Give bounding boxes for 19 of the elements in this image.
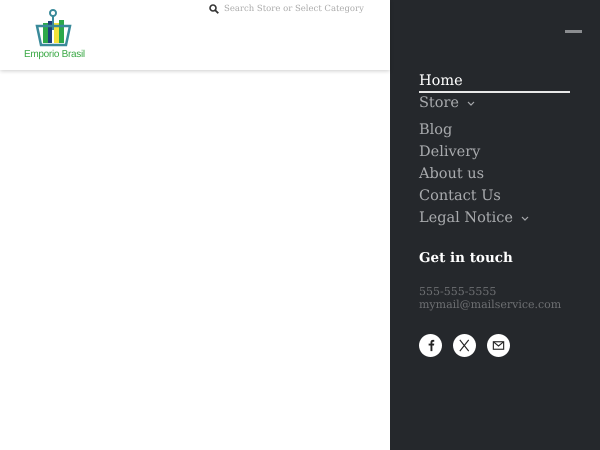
menu-dropdown[interactable]: Legal Notice xyxy=(419,209,529,228)
menu-link[interactable]: About us xyxy=(419,165,484,184)
search-icon[interactable] xyxy=(209,4,219,14)
basket-logo-icon xyxy=(34,8,74,48)
facebook-button[interactable] xyxy=(419,334,442,358)
x-button[interactable] xyxy=(453,334,476,358)
menu-link[interactable]: Home xyxy=(419,72,570,93)
x-logo-icon xyxy=(457,338,472,354)
email-address: mymail@mailservice.com xyxy=(419,298,562,312)
phone-number: 555-555-5555 xyxy=(419,285,498,298)
contact-heading: Get in touch xyxy=(419,249,514,268)
menu-link[interactable]: Blog xyxy=(419,121,452,140)
chevron-down-icon xyxy=(520,216,529,221)
menu-link[interactable]: Delivery xyxy=(419,143,480,162)
menu-link[interactable]: Contact Us xyxy=(419,187,501,206)
mail-button[interactable] xyxy=(487,334,510,358)
search-field[interactable]: Search Store or Select Category xyxy=(224,2,384,16)
menu-dropdown[interactable]: Store xyxy=(419,94,476,113)
chevron-down-icon xyxy=(467,101,476,106)
